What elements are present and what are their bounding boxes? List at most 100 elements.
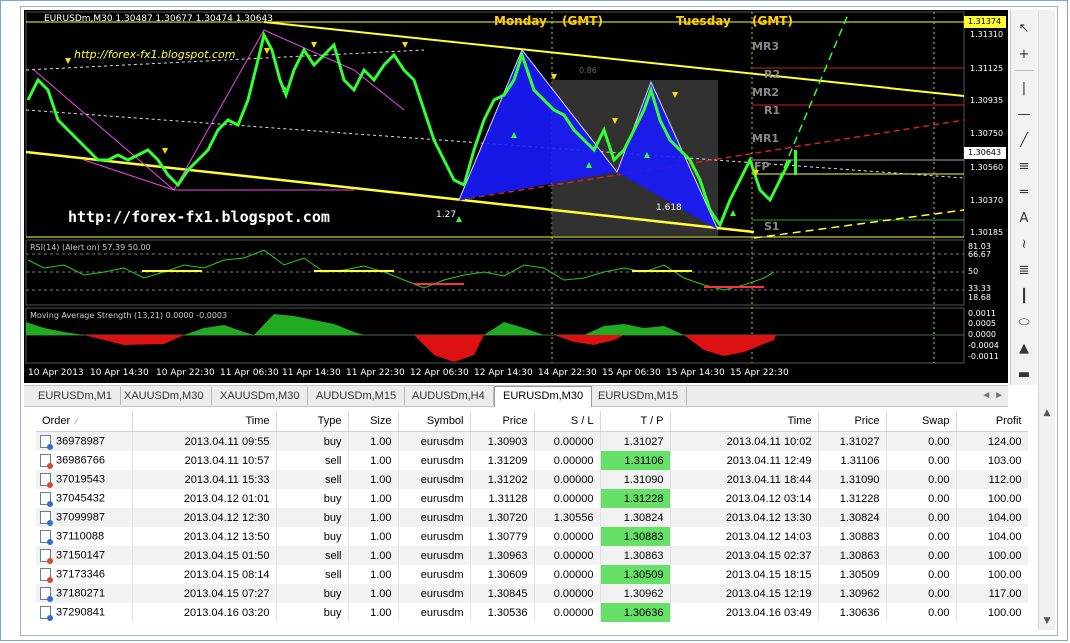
pivot-label-s1: S1 <box>764 220 780 233</box>
col-header-profit[interactable]: Profit <box>956 411 1028 432</box>
cell-close-price: 1.30883 <box>818 527 887 546</box>
table-row[interactable]: 37150147 2013.04.15 01:50 sell 1.00 eurusdm 1… <box>36 546 1028 565</box>
time-axis-tick-6: 11 Apr 22:30 <box>346 368 405 378</box>
tab-eurusdm-m30[interactable]: EURUSDm,M30 <box>494 386 593 407</box>
table-row[interactable]: 37180271 2013.04.15 07:27 buy 1.00 eurusdm 1.… <box>36 584 1028 603</box>
table-row[interactable]: 36986766 2013.04.11 10:57 sell 1.00 eurusdm 1… <box>36 451 1028 470</box>
mas-axis-tick-2: 0.0005 <box>968 319 996 328</box>
pivot-label-mr2: MR2 <box>752 86 780 99</box>
cell-type: buy <box>276 489 349 508</box>
cell-open-price: 1.30779 <box>470 527 535 546</box>
tab-eurusdm-m15[interactable]: EURUSDm,M15 <box>590 387 688 405</box>
trendline-icon[interactable]: ╱ <box>1014 130 1034 150</box>
cell-symbol: eurusdm <box>398 584 471 603</box>
channel-icon[interactable]: ┃ <box>1014 286 1034 306</box>
cell-take-profit: 1.31027 <box>600 431 671 451</box>
cell-stop-loss: 0.00000 <box>534 584 601 603</box>
cell-symbol: eurusdm <box>398 431 471 451</box>
cell-size: 1.00 <box>348 489 399 508</box>
cursor-icon[interactable]: ↖ <box>1014 18 1034 38</box>
cell-open-time: 2013.04.15 07:27 <box>132 584 277 603</box>
col-header-swap[interactable]: Swap <box>886 411 957 432</box>
col-header-order[interactable]: Order ⁄ <box>36 411 133 432</box>
price-axis-tick-4: 1.30750 <box>970 129 1004 138</box>
andrews-pitchfork-icon[interactable]: ≀ <box>1014 234 1034 254</box>
text-icon[interactable]: A <box>1014 208 1034 228</box>
cell-close-price: 1.30636 <box>818 603 887 622</box>
col-header-close-price[interactable]: Price <box>818 411 887 432</box>
mas-axis-tick-3: 0.0000 <box>968 330 996 339</box>
col-header-sl[interactable]: S / L <box>534 411 601 432</box>
buy-order-icon <box>40 587 53 602</box>
ellipse-icon[interactable]: ⬭ <box>1014 312 1034 332</box>
session-label-gmt-1: (GMT) <box>562 14 603 28</box>
tab-xauusdm-m30-2[interactable]: XAUUSDm,M30 <box>212 387 309 405</box>
table-row[interactable]: 37173346 2013.04.15 08:14 sell 1.00 eurusdm 1… <box>36 565 1028 584</box>
col-header-price[interactable]: Price <box>470 411 535 432</box>
cell-profit: 100.00 <box>956 546 1028 565</box>
gann-fan-icon[interactable]: ≣ <box>1014 260 1034 280</box>
cell-type: sell <box>276 565 349 584</box>
col-header-size[interactable]: Size <box>348 411 399 432</box>
crosshair-icon[interactable]: + <box>1014 44 1034 64</box>
scroll-down-icon[interactable]: ▼ <box>1041 614 1053 628</box>
table-row[interactable]: 37290841 2013.04.16 03:20 buy 1.00 eurusdm 1.… <box>36 603 1028 622</box>
fibonacci-icon[interactable]: ≡ <box>1014 156 1034 176</box>
vertical-line-icon[interactable]: | <box>1014 78 1034 98</box>
cell-close-price: 1.31090 <box>818 470 887 489</box>
cell-swap: 0.00 <box>886 470 957 489</box>
horizontal-line-icon[interactable]: — <box>1014 104 1034 124</box>
cell-close-time: 2013.04.15 02:37 <box>670 546 819 565</box>
cell-type: buy <box>276 603 349 622</box>
pivot-lines <box>752 67 964 221</box>
col-header-symbol[interactable]: Symbol <box>398 411 471 432</box>
tab-audusdm-h4[interactable]: AUDUSDm,H4 <box>404 387 494 405</box>
cell-open-price: 1.30963 <box>470 546 535 565</box>
parallel-lines-icon[interactable]: ═ <box>1014 182 1034 202</box>
col-header-close-time[interactable]: Time <box>670 411 819 432</box>
cell-close-time: 2013.04.11 18:44 <box>670 470 819 489</box>
col-header-time[interactable]: Time <box>132 411 277 432</box>
cell-order-id: 37019543 <box>36 470 133 489</box>
cell-type: sell <box>276 451 349 470</box>
cell-type: sell <box>276 546 349 565</box>
col-header-tp[interactable]: T / P <box>600 411 671 432</box>
cell-stop-loss: 0.00000 <box>534 451 601 470</box>
time-axis-tick-12: 15 Apr 22:30 <box>730 368 789 378</box>
table-row[interactable]: 36978987 2013.04.11 09:55 buy 1.00 eurusdm 1.… <box>36 431 1028 451</box>
cell-take-profit: 1.30883 <box>600 527 671 546</box>
cell-size: 1.00 <box>348 584 399 603</box>
tab-eurusdm-m1[interactable]: EURUSDm,M1 <box>30 387 121 405</box>
cell-take-profit: 1.30962 <box>600 584 671 603</box>
tab-scroll-arrows-icon[interactable]: ◄ ► <box>981 386 1004 406</box>
tab-audusdm-m15[interactable]: AUDUSDm,M15 <box>308 387 406 405</box>
col-header-type[interactable]: Type <box>276 411 349 432</box>
buy-order-icon <box>40 492 53 507</box>
watermark-top: http://forex-fx1.blogspot.com <box>74 48 236 61</box>
triangle-icon[interactable]: ▲ <box>1014 338 1034 358</box>
table-row[interactable]: 37045432 2013.04.12 01:01 buy 1.00 eurusdm 1.… <box>36 489 1028 508</box>
vertical-scrollbar[interactable]: ▲ ▼ <box>1038 10 1055 630</box>
cell-stop-loss: 1.30556 <box>534 508 601 527</box>
cell-open-price: 1.30609 <box>470 565 535 584</box>
price-chart[interactable]: EURUSDm,M30 1.30487 1.30677 1.30474 1.30… <box>24 10 1008 383</box>
cell-swap: 0.00 <box>886 431 957 451</box>
tab-xauusdm-m30-1[interactable]: XAUUSDm,M30 <box>116 387 213 405</box>
cell-stop-loss: 0.00000 <box>534 546 601 565</box>
drawing-toolbar: ↖ + | — ╱ ≡ ═ A ≀ ≣ ┃ ⬭ ▲ ▬ <box>1010 10 1037 385</box>
table-row[interactable]: 37099987 2013.04.12 12:30 buy 1.00 eurusdm 1.… <box>36 508 1028 527</box>
cell-order-id: 37290841 <box>36 603 133 622</box>
table-row[interactable]: 37019543 2013.04.11 15:33 sell 1.00 eurusdm 1… <box>36 470 1028 489</box>
table-row[interactable]: 37110088 2013.04.12 13:50 buy 1.00 eurusdm 1.… <box>36 527 1028 546</box>
cell-profit: 124.00 <box>956 431 1028 451</box>
sell-order-icon <box>40 454 53 469</box>
cell-open-time: 2013.04.15 08:14 <box>132 565 277 584</box>
rectangle-icon[interactable]: ▬ <box>1014 364 1034 384</box>
cell-close-price: 1.30824 <box>818 508 887 527</box>
cell-close-time: 2013.04.12 03:14 <box>670 489 819 508</box>
cell-close-price: 1.30863 <box>818 546 887 565</box>
buy-order-icon <box>40 511 53 526</box>
scroll-up-icon[interactable]: ▲ <box>1041 406 1053 420</box>
cell-size: 1.00 <box>348 470 399 489</box>
pattern-label-127: 1.27 <box>436 210 457 220</box>
